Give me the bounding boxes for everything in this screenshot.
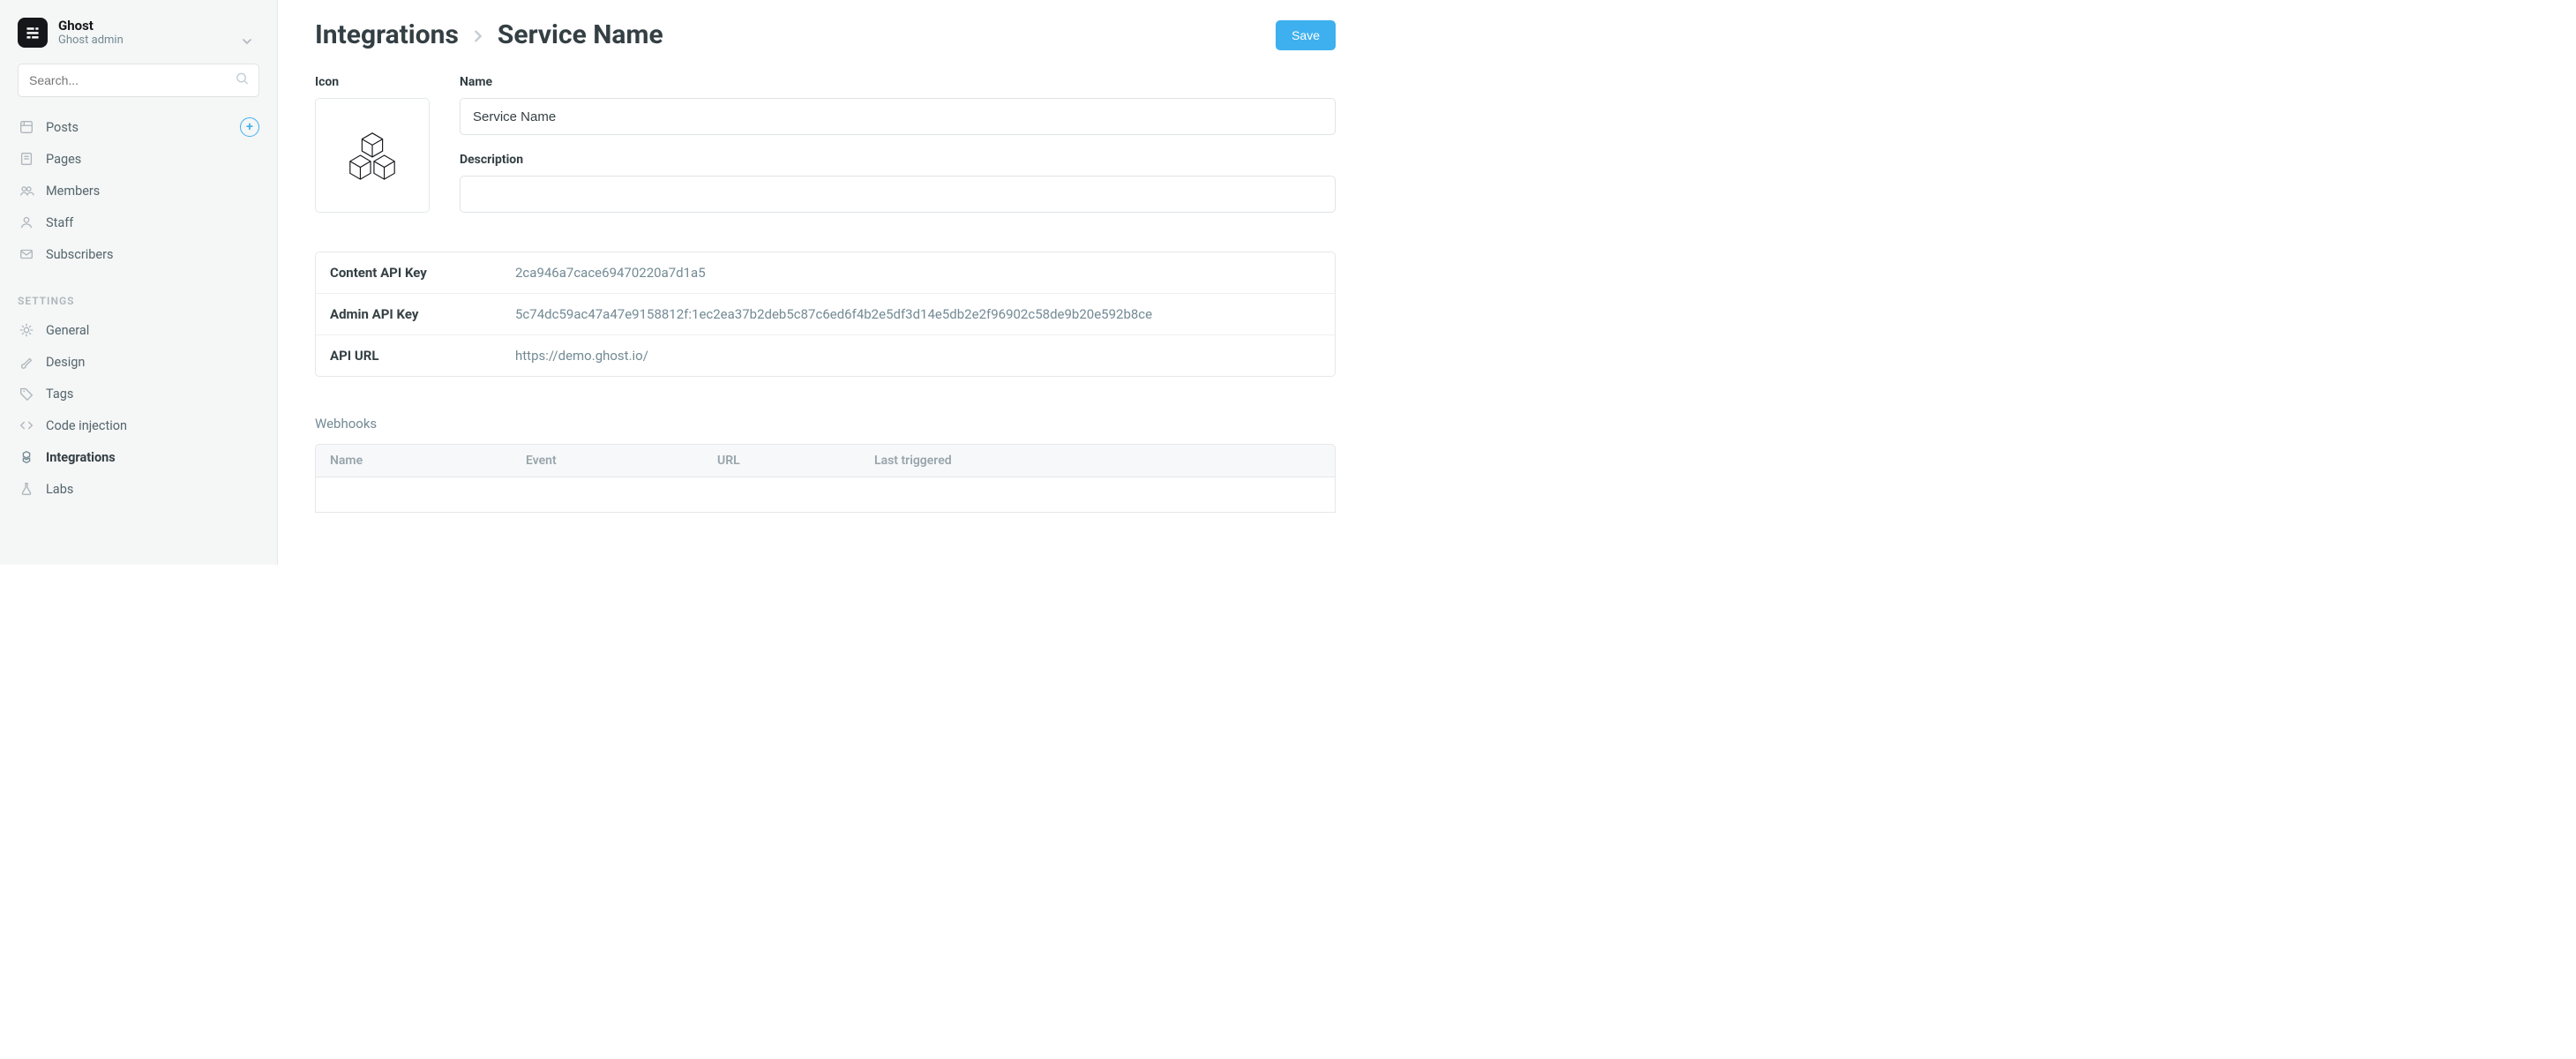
sidebar-item-pages[interactable]: Pages [0, 143, 277, 175]
staff-icon [18, 214, 35, 231]
boxes-icon [345, 128, 400, 183]
col-name: Name [330, 454, 526, 468]
breadcrumb: Integrations Service Name [315, 19, 663, 50]
breadcrumb-root[interactable]: Integrations [315, 19, 459, 50]
sidebar-item-code-injection[interactable]: Code injection [0, 409, 277, 441]
gear-icon [18, 321, 35, 339]
sidebar: Ghost Ghost admin Posts + Pages Members [0, 0, 278, 565]
webhooks-table-header: Name Event URL Last triggered [315, 444, 1336, 477]
mail-icon [18, 245, 35, 263]
col-event: Event [526, 454, 717, 468]
search-input[interactable] [18, 64, 259, 97]
pages-icon [18, 150, 35, 168]
add-post-button[interactable]: + [240, 117, 259, 137]
sidebar-item-labs[interactable]: Labs [0, 473, 277, 505]
sidebar-item-label: Integrations [46, 450, 116, 465]
webhooks-title: Webhooks [315, 416, 1336, 432]
icon-label: Icon [315, 75, 430, 89]
settings-group-label: SETTINGS [0, 270, 277, 314]
webhooks-section: Webhooks Name Event URL Last triggered [315, 416, 1336, 513]
sidebar-item-label: Subscribers [46, 247, 114, 262]
members-icon [18, 182, 35, 199]
sidebar-item-general[interactable]: General [0, 314, 277, 346]
api-key-label: API URL [330, 348, 515, 364]
flask-icon [18, 480, 35, 498]
integration-icon-uploader[interactable] [315, 98, 430, 213]
name-label: Name [460, 75, 1336, 89]
col-url: URL [717, 454, 874, 468]
posts-icon [18, 118, 35, 136]
sidebar-item-label: Members [46, 184, 100, 199]
api-row-content-key[interactable]: Content API Key 2ca946a7cace69470220a7d1… [316, 252, 1335, 294]
brand-name: Ghost [58, 19, 124, 34]
brand-subtitle: Ghost admin [58, 34, 124, 47]
sidebar-item-staff[interactable]: Staff [0, 207, 277, 238]
sidebar-item-label: Design [46, 355, 85, 370]
sidebar-item-label: General [46, 323, 89, 338]
api-row-admin-key[interactable]: Admin API Key 5c74dc59ac47a47e9158812f:1… [316, 294, 1335, 335]
api-key-value: 2ca946a7cace69470220a7d1a5 [515, 265, 706, 281]
integrations-icon [18, 448, 35, 466]
brush-icon [18, 353, 35, 371]
sidebar-item-label: Posts [46, 120, 79, 135]
api-keys-card: Content API Key 2ca946a7cace69470220a7d1… [315, 252, 1336, 377]
sidebar-item-integrations[interactable]: Integrations [0, 441, 277, 473]
nav-settings: General Design Tags Code injection Integ… [0, 314, 277, 505]
description-input[interactable] [460, 176, 1336, 213]
tag-icon [18, 385, 35, 402]
sidebar-item-label: Code injection [46, 418, 127, 433]
sidebar-item-members[interactable]: Members [0, 175, 277, 207]
chevron-down-icon[interactable] [242, 34, 252, 50]
sidebar-item-label: Staff [46, 215, 73, 230]
ghost-logo-icon [18, 18, 48, 48]
api-key-value: https://demo.ghost.io/ [515, 348, 648, 364]
name-input[interactable] [460, 98, 1336, 135]
sidebar-item-tags[interactable]: Tags [0, 378, 277, 409]
sidebar-item-posts[interactable]: Posts + [0, 111, 277, 143]
api-key-label: Admin API Key [330, 306, 515, 322]
sidebar-item-design[interactable]: Design [0, 346, 277, 378]
api-key-label: Content API Key [330, 265, 515, 281]
api-key-value: 5c74dc59ac47a47e9158812f:1ec2ea37b2deb5c… [515, 306, 1152, 322]
sidebar-item-label: Labs [46, 482, 73, 497]
nav-main: Posts + Pages Members Staff Subscribers [0, 111, 277, 270]
main-content: Integrations Service Name Save Icon [278, 0, 1373, 565]
sidebar-item-label: Pages [46, 152, 81, 167]
chevron-right-icon [471, 19, 485, 50]
code-icon [18, 417, 35, 434]
description-label: Description [460, 153, 1336, 167]
webhooks-table-body [315, 477, 1336, 513]
sidebar-item-subscribers[interactable]: Subscribers [0, 238, 277, 270]
breadcrumb-current: Service Name [498, 19, 663, 50]
brand-block[interactable]: Ghost Ghost admin [0, 18, 277, 64]
sidebar-item-label: Tags [46, 387, 73, 402]
save-button[interactable]: Save [1276, 20, 1336, 50]
api-row-api-url[interactable]: API URL https://demo.ghost.io/ [316, 335, 1335, 376]
col-last: Last triggered [874, 454, 1321, 468]
